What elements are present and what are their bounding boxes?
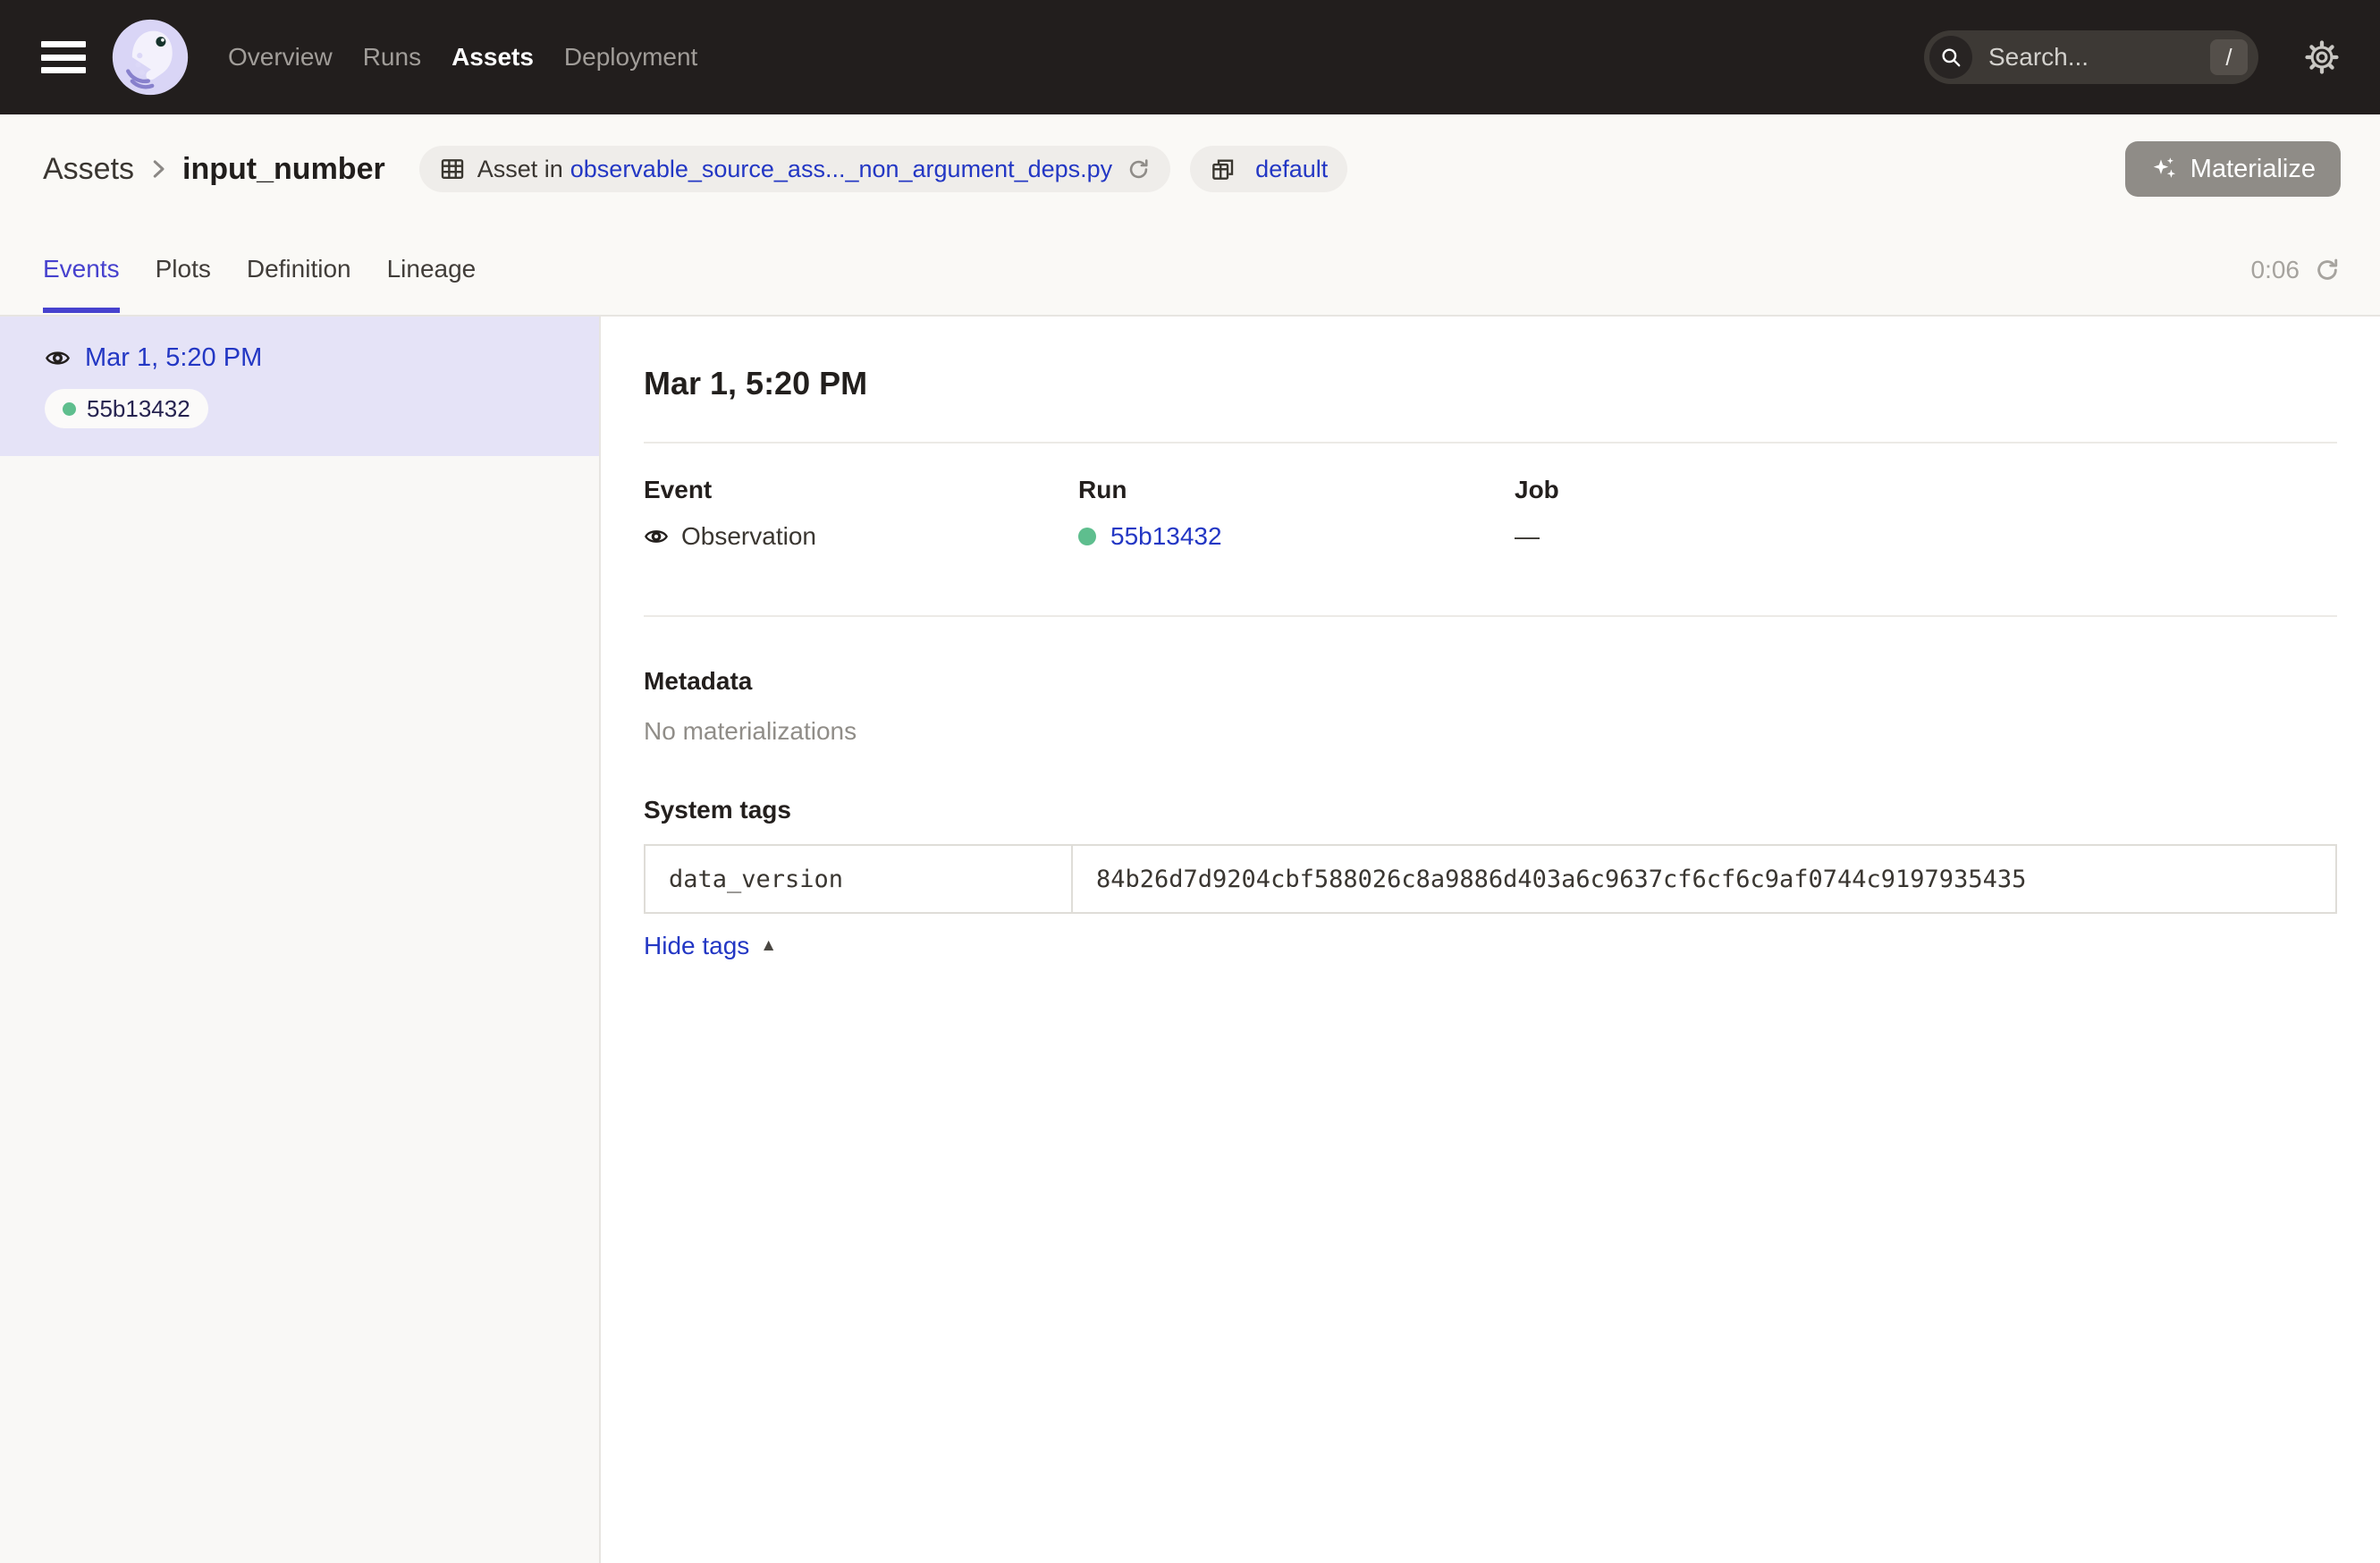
nav-item-runs[interactable]: Runs — [348, 43, 436, 72]
tab-plots[interactable]: Plots — [156, 254, 211, 313]
materialize-button[interactable]: Materialize — [2125, 141, 2341, 197]
refresh-icon[interactable] — [2314, 257, 2341, 283]
run-id-badge-label: 55b13432 — [87, 395, 190, 423]
event-detail-panel: Mar 1, 5:20 PM Event Observation Run — [601, 317, 2380, 1563]
code-location-tag: default — [1190, 146, 1347, 192]
system-tag-value: 84b26d7d9204cbf588026c8a9886d403a6c9637c… — [1073, 846, 2335, 912]
materialize-button-label: Materialize — [2190, 155, 2316, 184]
tab-events[interactable]: Events — [43, 254, 120, 313]
content-area: Mar 1, 5:20 PM 55b13432 Mar 1, 5:20 PM E… — [0, 317, 2380, 1563]
code-location-link[interactable]: default — [1255, 156, 1328, 183]
run-status-dot — [1078, 528, 1096, 545]
tab-lineage[interactable]: Lineage — [387, 254, 477, 313]
system-tags-heading: System tags — [644, 796, 2337, 824]
system-tag-key: data_version — [646, 846, 1073, 912]
eye-icon — [644, 524, 669, 549]
event-column: Event Observation — [644, 476, 1078, 551]
eye-icon — [45, 345, 71, 371]
table-grid-icon — [439, 156, 466, 182]
job-column-label: Job — [1515, 476, 2337, 504]
hide-tags-link[interactable]: Hide tags ▲ — [644, 932, 777, 960]
asset-definition-tag: Asset in observable_source_ass..._non_ar… — [419, 146, 1170, 192]
nav-item-assets[interactable]: Assets — [436, 43, 549, 72]
breadcrumb: Assets input_number Asset in observable_… — [43, 139, 2341, 199]
search-shortcut-badge: / — [2210, 39, 2248, 75]
metadata-heading: Metadata — [644, 667, 2337, 696]
reload-definition-icon[interactable] — [1127, 157, 1151, 182]
refresh-countdown: 0:06 — [2251, 256, 2300, 284]
run-id-badge[interactable]: 55b13432 — [45, 389, 208, 428]
caret-up-icon: ▲ — [760, 936, 777, 956]
search-icon — [1929, 36, 1972, 79]
event-summary-columns: Event Observation Run 55b13432 — [644, 476, 2337, 551]
sparkles-icon — [2150, 155, 2179, 183]
run-column-label: Run — [1078, 476, 1515, 504]
search-input[interactable] — [1988, 43, 2210, 72]
global-search[interactable]: / — [1924, 30, 2258, 84]
chevron-right-icon — [145, 156, 172, 182]
dagster-octopus-logo-icon[interactable] — [111, 18, 190, 97]
code-location-icon — [1210, 156, 1236, 182]
nav-item-deployment[interactable]: Deployment — [549, 43, 713, 72]
event-detail-title: Mar 1, 5:20 PM — [644, 365, 2337, 402]
top-nav: Overview Runs Assets Deployment / — [0, 0, 2380, 114]
metadata-empty-text: No materializations — [644, 717, 2337, 746]
divider — [644, 615, 2337, 617]
event-list-sidebar: Mar 1, 5:20 PM 55b13432 — [0, 317, 601, 1563]
tab-definition[interactable]: Definition — [247, 254, 351, 313]
hamburger-icon — [41, 41, 86, 47]
asset-definition-file-link[interactable]: observable_source_ass..._non_argument_de… — [570, 156, 1112, 183]
run-column: Run 55b13432 — [1078, 476, 1515, 551]
gear-icon — [2305, 40, 2339, 74]
refresh-timer: 0:06 — [2251, 256, 2342, 284]
job-column: Job — — [1515, 476, 2337, 551]
primary-nav: Overview Runs Assets Deployment — [213, 43, 713, 72]
run-id-link[interactable]: 55b13432 — [1110, 522, 1222, 551]
page-title: input_number — [182, 152, 385, 187]
asset-tabs: Events Plots Definition Lineage 0:06 — [43, 254, 2341, 313]
event-type-value: Observation — [681, 522, 816, 551]
nav-item-overview[interactable]: Overview — [213, 43, 348, 72]
event-column-label: Event — [644, 476, 1078, 504]
event-list-item[interactable]: Mar 1, 5:20 PM 55b13432 — [0, 317, 599, 456]
page-header: Assets input_number Asset in observable_… — [0, 114, 2380, 317]
app-root: Overview Runs Assets Deployment / — [0, 0, 2380, 1563]
run-status-dot — [63, 402, 76, 416]
divider — [644, 442, 2337, 444]
settings-button[interactable] — [2305, 40, 2339, 74]
event-timestamp-link[interactable]: Mar 1, 5:20 PM — [85, 343, 262, 373]
system-tags-table: data_version 84b26d7d9204cbf588026c8a988… — [644, 844, 2337, 914]
breadcrumb-assets-link[interactable]: Assets — [43, 152, 134, 187]
menu-button[interactable] — [41, 41, 86, 73]
job-empty-value: — — [1515, 522, 1540, 551]
hide-tags-label: Hide tags — [644, 932, 749, 960]
asset-tag-prefix: Asset in — [477, 156, 563, 183]
